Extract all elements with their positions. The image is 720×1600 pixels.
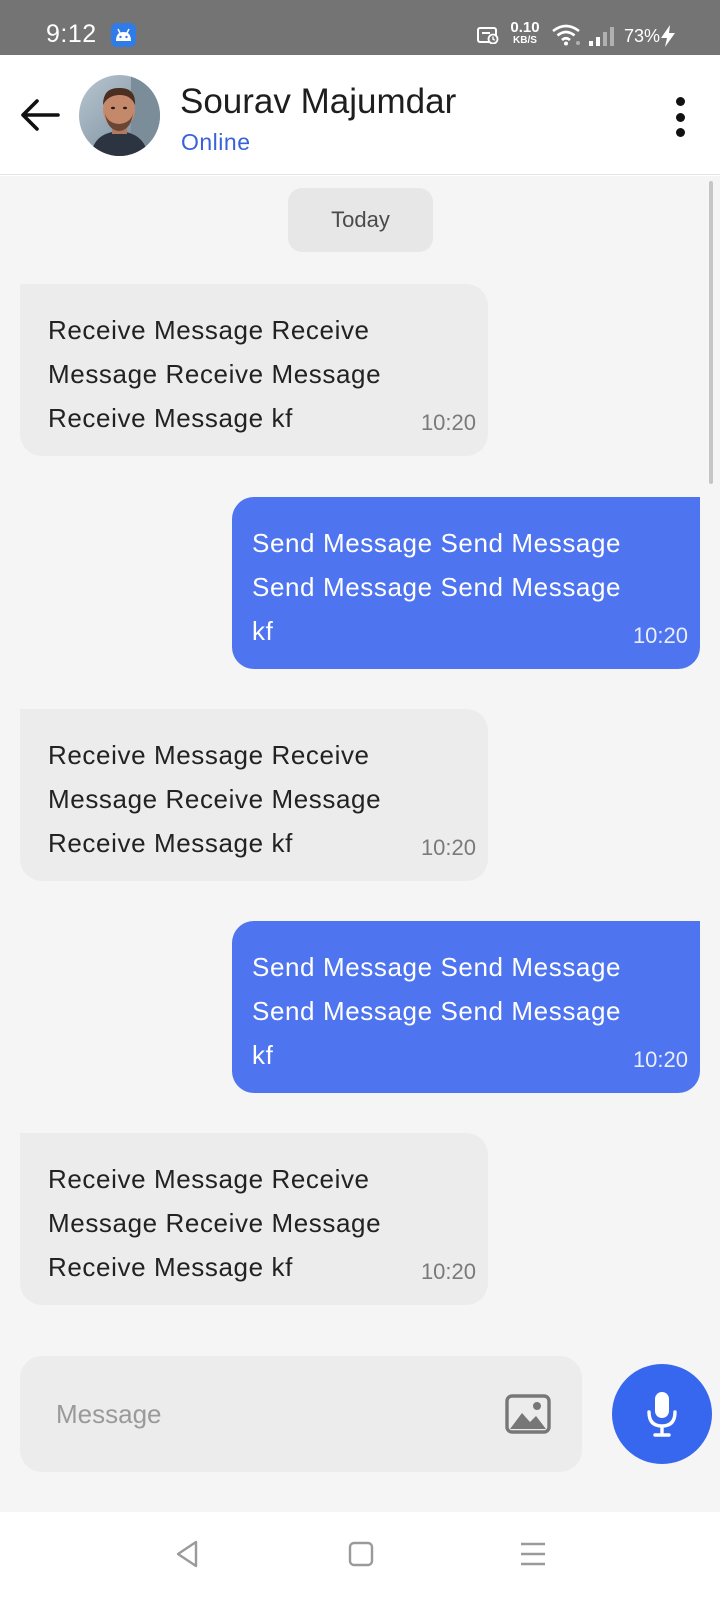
- hamburger-icon: [521, 1542, 545, 1566]
- network-speed: 0.10 KB/S: [510, 19, 540, 46]
- message-text: Receive Message Receive Message Receive …: [48, 315, 382, 433]
- status-bar: 9:12 0.10 KB/S 73%: [0, 0, 720, 55]
- triangle-back-icon: [176, 1540, 198, 1568]
- message-text: Send Message Send Message Send Message S…: [252, 528, 622, 646]
- mic-button[interactable]: [612, 1364, 712, 1464]
- avatar[interactable]: [79, 75, 160, 156]
- message-input[interactable]: [20, 1356, 582, 1472]
- composer-bar: [0, 1344, 720, 1512]
- message-time: 10:20: [420, 410, 476, 435]
- system-nav-bar: [0, 1512, 720, 1600]
- more-vert-icon: [675, 97, 685, 106]
- mic-icon: [647, 1392, 677, 1437]
- more-options-button[interactable]: [660, 93, 700, 141]
- android-app-icon: [111, 23, 136, 47]
- battery-level: 73%: [624, 26, 661, 46]
- message-time: 10:20: [632, 623, 688, 648]
- signal-icon: [588, 26, 618, 51]
- chat-header: Sourav Majumdar Online: [0, 55, 720, 175]
- message-text: Send Message Send Message Send Message S…: [252, 952, 622, 1070]
- scrollbar[interactable]: [709, 181, 713, 484]
- media-icon: [477, 27, 499, 49]
- received-message-bubble[interactable]: Receive Message Receive Message Receive …: [20, 1133, 488, 1305]
- sent-message-bubble[interactable]: Send Message Send Message Send Message S…: [232, 497, 700, 669]
- message-time: 10:20: [632, 1047, 688, 1072]
- nav-home-button[interactable]: [346, 1539, 376, 1569]
- back-button[interactable]: [18, 95, 62, 135]
- received-message-bubble[interactable]: Receive Message Receive Message Receive …: [20, 284, 488, 456]
- charging-bolt-icon: [660, 25, 676, 52]
- date-separator: Today: [288, 188, 433, 252]
- wifi-icon: [551, 24, 583, 51]
- status-time: 9:12: [46, 20, 97, 48]
- image-icon: [505, 1394, 551, 1434]
- message-text: Receive Message Receive Message Receive …: [48, 1164, 382, 1282]
- message-text: Receive Message Receive Message Receive …: [48, 740, 382, 858]
- arrow-left-icon: [21, 99, 60, 131]
- square-home-icon: [348, 1541, 374, 1567]
- contact-status: Online: [181, 129, 251, 155]
- sent-message-bubble[interactable]: Send Message Send Message Send Message S…: [232, 921, 700, 1093]
- received-message-bubble[interactable]: Receive Message Receive Message Receive …: [20, 709, 488, 881]
- nav-menu-button[interactable]: [518, 1540, 548, 1568]
- contact-name[interactable]: Sourav Majumdar: [180, 82, 456, 122]
- message-time: 10:20: [420, 835, 476, 860]
- message-time: 10:20: [420, 1259, 476, 1284]
- nav-back-button[interactable]: [172, 1538, 204, 1570]
- image-attach-button[interactable]: [505, 1394, 551, 1434]
